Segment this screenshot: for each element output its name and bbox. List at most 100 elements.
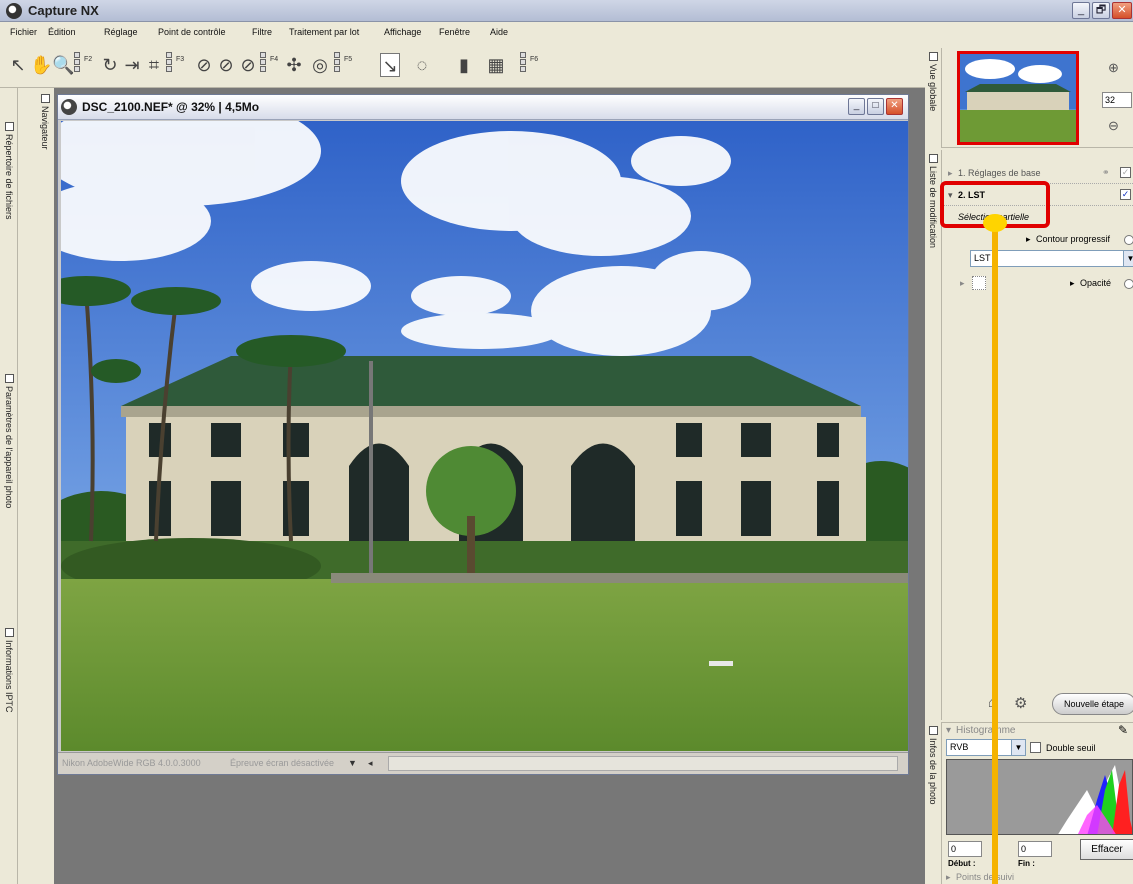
- capture-nx-logo-icon: [6, 3, 22, 19]
- group-label: F4: [270, 56, 279, 63]
- direct-select-arrow-icon[interactable]: ↖: [8, 53, 28, 77]
- tab-camera-settings[interactable]: Paramètres de l'appareil photo: [4, 374, 14, 508]
- close-button[interactable]: ✕: [1112, 2, 1132, 19]
- lasso-selection-icon[interactable]: ↘: [380, 53, 400, 77]
- feather-row[interactable]: ▸ Contour progressif: [942, 232, 1133, 248]
- photo-info-strip: Infos de la photo: [925, 722, 942, 884]
- menu-fichier[interactable]: Fichier: [10, 27, 37, 37]
- red-eye-control-icon[interactable]: ◎: [310, 53, 330, 77]
- tab-photo-info[interactable]: Infos de la photo: [928, 726, 938, 805]
- menu-aide[interactable]: Aide: [490, 27, 508, 37]
- app-title: Capture NX: [28, 3, 99, 18]
- group-label: F5: [344, 56, 353, 63]
- image-maximize-button[interactable]: □: [867, 98, 884, 115]
- scroll-left-icon[interactable]: ◂: [368, 758, 373, 769]
- tab-global-view[interactable]: Vue globale: [928, 52, 938, 111]
- minimize-button[interactable]: _: [1072, 2, 1090, 19]
- channel-dropdown-icon[interactable]: ▼: [1011, 740, 1025, 755]
- hand-tool-icon[interactable]: ✋: [30, 53, 52, 77]
- zoom-in-icon[interactable]: ⊕: [1108, 60, 1119, 76]
- control-point-tool-icon[interactable]: ✣: [284, 53, 304, 77]
- opacity-radio[interactable]: [1124, 279, 1133, 289]
- menu-filtre[interactable]: Filtre: [252, 27, 272, 37]
- annotation-pointer-cap: [983, 214, 1007, 232]
- group-label: F3: [176, 56, 185, 63]
- tab-edit-list[interactable]: Liste de modification: [928, 154, 938, 248]
- global-view-panel: ⊕ 32 ⊖: [942, 48, 1133, 148]
- navigator-column: Navigateur: [36, 88, 54, 884]
- group-selector-icon[interactable]: [74, 52, 82, 80]
- tab-navigator[interactable]: Navigateur: [40, 94, 50, 150]
- image-close-button[interactable]: ✕: [886, 98, 903, 115]
- opacity-row[interactable]: ▸ ▸ Opacité: [942, 276, 1133, 292]
- end-label: Fin :: [1018, 859, 1035, 868]
- color-profile-label: Nikon AdobeWide RGB 4.0.0.3000: [62, 758, 201, 768]
- step1-expand-icon[interactable]: ▸: [948, 168, 953, 179]
- group-selector-icon[interactable]: [260, 52, 268, 80]
- opacity-label: Opacité: [1080, 278, 1112, 288]
- photo-canvas[interactable]: [61, 121, 908, 751]
- step1-link-icon[interactable]: ⚭: [1102, 167, 1110, 178]
- building-photo: [61, 121, 908, 751]
- group-selector-icon[interactable]: [334, 52, 342, 80]
- new-step-button[interactable]: Nouvelle étape: [1052, 693, 1133, 715]
- app-titlebar: Capture NX _ 🗗 ✕: [0, 0, 1133, 22]
- tab-iptc[interactable]: Informations IPTC: [4, 628, 14, 713]
- channel-select[interactable]: RVB ▼: [946, 739, 1026, 756]
- zoom-value[interactable]: 32: [1102, 92, 1132, 108]
- end-value-input[interactable]: 0: [1018, 841, 1052, 857]
- crop-tool-icon[interactable]: ⌗: [144, 53, 164, 77]
- histogram-collapse-icon[interactable]: ▾: [946, 725, 951, 736]
- double-threshold-checkbox[interactable]: [1030, 742, 1041, 753]
- eyedropper-icon[interactable]: ✎: [1118, 723, 1128, 737]
- settings-gear-icon[interactable]: ⚙: [1014, 694, 1027, 712]
- global-view-thumbnail[interactable]: [957, 51, 1079, 145]
- start-value-input[interactable]: 0: [948, 841, 982, 857]
- tab-file-browser[interactable]: Répertoire de fichiers: [4, 122, 14, 220]
- group-selector-icon[interactable]: [520, 52, 528, 80]
- menu-affichage[interactable]: Affichage: [384, 27, 421, 37]
- left-dock: Répertoire de fichiers Paramètres de l'a…: [0, 88, 54, 884]
- layer-select-value: LST: [974, 253, 991, 263]
- clear-button[interactable]: Effacer: [1080, 839, 1133, 860]
- black-point-tool-icon[interactable]: ⊘: [216, 53, 236, 77]
- feather-expand-icon[interactable]: ▸: [1026, 234, 1031, 245]
- menu-reglage[interactable]: Réglage: [104, 27, 138, 37]
- menu-bar: Fichier Édition Réglage Point de contrôl…: [0, 22, 1133, 48]
- mask-thumbnail-icon[interactable]: [972, 276, 986, 290]
- image-minimize-button[interactable]: _: [848, 98, 865, 115]
- opacity-expand-icon[interactable]: ▸: [1070, 278, 1075, 289]
- straighten-tool-icon[interactable]: ⇥: [122, 53, 142, 77]
- menu-edition[interactable]: Édition: [48, 27, 76, 37]
- fill-tool-icon[interactable]: ▮: [454, 53, 474, 77]
- menu-fenetre[interactable]: Fenêtre: [439, 27, 470, 37]
- histogram-graph[interactable]: [946, 759, 1133, 835]
- menu-traitement-par-lot[interactable]: Traitement par lot: [289, 27, 359, 37]
- maximize-button[interactable]: 🗗: [1092, 2, 1110, 19]
- step1-checkbox[interactable]: ✓: [1120, 167, 1131, 178]
- image-window-titlebar: DSC_2100.NEF* @ 32% | 4,5Mo _ □ ✕: [58, 95, 908, 120]
- zoom-out-icon[interactable]: ⊖: [1108, 118, 1119, 134]
- step1-label: 1. Réglages de base: [958, 168, 1041, 178]
- layer-dropdown-icon[interactable]: ▼: [1123, 251, 1133, 266]
- marquee-selection-icon[interactable]: ◌: [412, 53, 432, 77]
- toolbar: ↖ ✋ 🔍 F2 ↻ ⇥ ⌗ F3 ⊘ ⊘ ⊘ F4 ✣ ◎ F5 ↘ ◌ ▮ …: [0, 48, 925, 88]
- opacity-expand-icon[interactable]: ▸: [960, 278, 965, 289]
- feather-radio[interactable]: [1124, 235, 1133, 245]
- image-window-title: DSC_2100.NEF* @ 32% | 4,5Mo: [82, 100, 260, 114]
- menu-point-de-controle[interactable]: Point de contrôle: [158, 27, 226, 37]
- horizontal-scrollbar[interactable]: [388, 756, 898, 771]
- white-point-tool-icon[interactable]: ⊘: [238, 53, 258, 77]
- tracking-points-label: Points de suivi: [956, 872, 1015, 882]
- proof-dropdown-icon[interactable]: ▼: [348, 758, 357, 768]
- gradient-tool-icon[interactable]: ▦: [486, 53, 506, 77]
- step2-checkbox[interactable]: ✓: [1120, 189, 1131, 200]
- red-eye-tool-icon[interactable]: ⊘: [194, 53, 214, 77]
- feather-label: Contour progressif: [1036, 234, 1111, 244]
- tracking-expand-icon[interactable]: ▸: [946, 872, 951, 883]
- zoom-tool-icon[interactable]: 🔍: [52, 53, 74, 77]
- soft-proof-label: Épreuve écran désactivée: [230, 758, 335, 768]
- rotate-tool-icon[interactable]: ↻: [100, 53, 120, 77]
- group-selector-icon[interactable]: [166, 52, 174, 80]
- double-threshold-label: Double seuil: [1046, 743, 1096, 753]
